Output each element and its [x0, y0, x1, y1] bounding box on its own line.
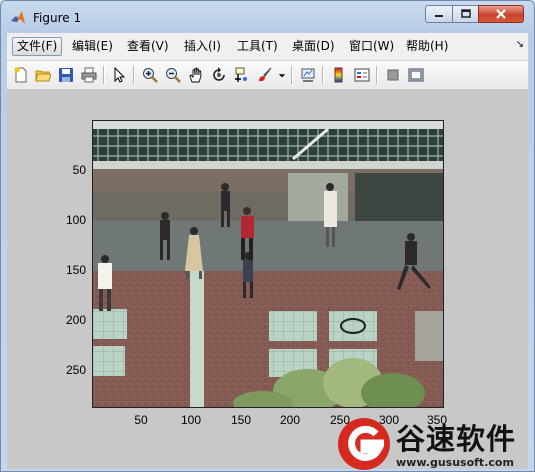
menu-window[interactable]: 窗口(W): [345, 37, 398, 56]
watermark-url: www.gususoft.com: [396, 456, 514, 469]
menu-insert[interactable]: 插入(I): [180, 37, 225, 56]
zoom-in-icon[interactable]: [140, 65, 160, 85]
toolbar-separator: [322, 66, 324, 84]
dock-arrow-icon[interactable]: ↘: [516, 39, 524, 50]
y-tick-label: 100: [65, 213, 86, 227]
edit-plot-arrow-icon[interactable]: [109, 65, 129, 85]
x-tick-label: 150: [230, 413, 252, 427]
menu-edit[interactable]: 编辑(E): [68, 37, 117, 56]
y-tick-label: 250: [65, 363, 86, 377]
figure-window: Figure 1 文件(F) 编辑(E) 查看(V) 插入(I) 工具(T) 桌…: [0, 0, 535, 472]
minimize-icon: [435, 15, 443, 17]
maximize-button[interactable]: [452, 5, 479, 23]
surveillance-image: [93, 121, 443, 407]
watermark-name: 谷速软件: [396, 422, 517, 456]
show-plot-tools-icon[interactable]: [406, 65, 426, 85]
image-axes[interactable]: [92, 120, 444, 408]
toolbar-separator: [291, 66, 293, 84]
close-button[interactable]: [478, 5, 524, 23]
watermark: 谷速软件 www.gususoft.com: [336, 416, 535, 472]
figure-canvas: 50 100 150 200 250 50 100 150 200 250 30…: [7, 89, 528, 469]
legend-icon[interactable]: [352, 65, 372, 85]
rotate-3d-icon[interactable]: [209, 65, 229, 85]
title-bar[interactable]: Figure 1: [1, 1, 534, 33]
matlab-logo-icon: [11, 11, 25, 24]
pan-hand-icon[interactable]: [186, 65, 206, 85]
menu-desktop[interactable]: 桌面(D): [288, 37, 339, 56]
data-cursor-icon[interactable]: [232, 65, 252, 85]
minimize-button[interactable]: [425, 5, 453, 23]
figure-toolbar: [7, 60, 528, 90]
x-tick-label: 50: [134, 413, 148, 427]
toolbar-separator: [103, 66, 105, 84]
x-tick-label: 100: [180, 413, 202, 427]
maximize-icon: [460, 9, 471, 18]
menu-bar: 文件(F) 编辑(E) 查看(V) 插入(I) 工具(T) 桌面(D) 窗口(W…: [7, 33, 528, 59]
print-icon[interactable]: [79, 65, 99, 85]
menu-file[interactable]: 文件(F): [12, 37, 63, 56]
save-icon[interactable]: [56, 65, 76, 85]
watermark-logo-icon: [338, 418, 390, 470]
close-icon: [496, 9, 506, 19]
y-tick-label: 50: [72, 163, 86, 177]
toolbar-separator: [133, 66, 135, 84]
y-tick-label: 200: [65, 313, 86, 327]
brush-dropdown-icon[interactable]: [277, 65, 287, 85]
colorbar-icon[interactable]: [329, 65, 349, 85]
y-tick-label: 150: [65, 263, 86, 277]
hide-plot-tools-icon[interactable]: [383, 65, 403, 85]
brush-icon[interactable]: [255, 65, 275, 85]
menu-view[interactable]: 查看(V): [123, 37, 173, 56]
menu-help[interactable]: 帮助(H): [402, 37, 452, 56]
new-figure-icon[interactable]: [11, 65, 31, 85]
window-title: Figure 1: [33, 11, 82, 25]
open-file-icon[interactable]: [33, 65, 53, 85]
menu-tools[interactable]: 工具(T): [233, 37, 282, 56]
link-plot-icon[interactable]: [298, 65, 318, 85]
zoom-out-icon[interactable]: [163, 65, 183, 85]
x-tick-label: 200: [279, 413, 301, 427]
client-area: 文件(F) 编辑(E) 查看(V) 插入(I) 工具(T) 桌面(D) 窗口(W…: [7, 33, 528, 469]
toolbar-separator: [376, 66, 378, 84]
